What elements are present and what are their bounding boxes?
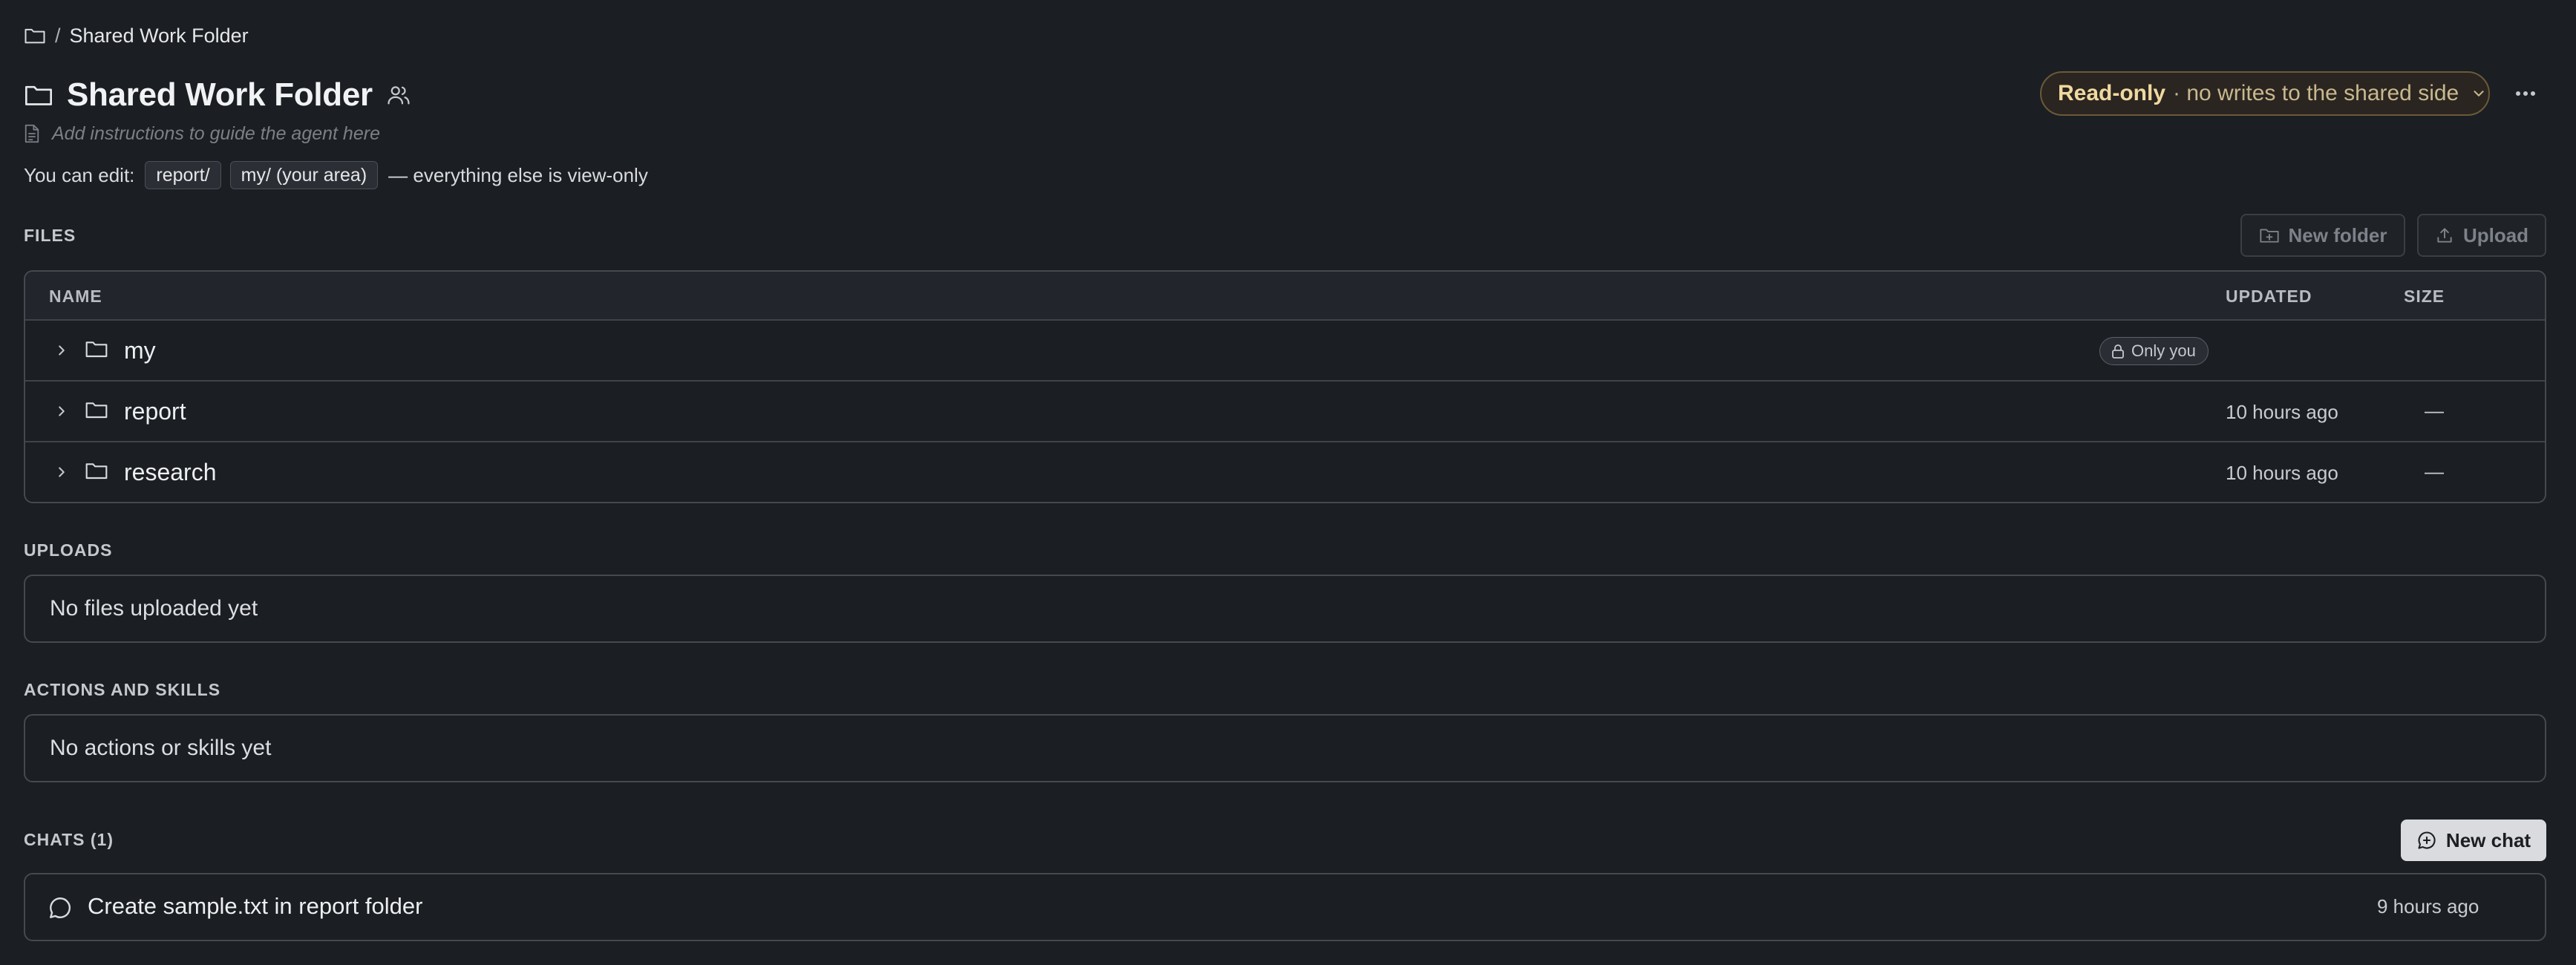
folder-icon [24, 82, 53, 108]
editable-path-chip[interactable]: report/ [145, 161, 221, 189]
table-row[interactable]: report 10 hours ago — [25, 382, 2545, 442]
chat-plus-icon [2416, 830, 2437, 851]
lock-icon [2111, 343, 2125, 359]
new-folder-label: New folder [2288, 223, 2387, 246]
breadcrumb-current: Shared Work Folder [69, 24, 249, 47]
page-title: Shared Work Folder [67, 76, 373, 113]
file-updated: 10 hours ago [2226, 401, 2338, 423]
chevron-down-icon [2471, 85, 2487, 102]
file-name[interactable]: my [124, 337, 156, 364]
document-icon [24, 124, 40, 143]
editable-path-chip[interactable]: my/ (your area) [229, 161, 379, 189]
more-menu-button[interactable] [2508, 79, 2543, 108]
permissions-suffix: — everything else is view-only [388, 163, 648, 186]
folder-icon [85, 399, 108, 421]
table-row[interactable]: research 10 hours ago — [25, 442, 2545, 502]
files-table: NAME UPDATED SIZE my Only you report 10 … [24, 270, 2546, 503]
users-icon[interactable] [386, 82, 411, 108]
file-size: — [2425, 460, 2444, 482]
chat-bubble-icon [48, 895, 73, 920]
only-you-badge: Only you [2099, 337, 2209, 365]
actions-section-label: ACTIONS AND SKILLS [24, 680, 221, 699]
actions-empty-text: No actions or skills yet [50, 736, 272, 760]
folder-plus-icon [2259, 226, 2280, 244]
uploads-empty-state: No files uploaded yet [24, 575, 2546, 643]
breadcrumb: / Shared Work Folder [24, 22, 249, 49]
more-horizontal-icon [2514, 90, 2537, 97]
upload-icon [2435, 226, 2454, 245]
folder-page: / Shared Work Folder Shared Work Folder … [0, 0, 2576, 965]
folder-icon[interactable] [24, 26, 46, 45]
uploads-empty-text: No files uploaded yet [50, 596, 258, 621]
new-folder-button[interactable]: New folder [2240, 214, 2405, 257]
permissions-prefix: You can edit: [24, 163, 135, 186]
chat-list-item[interactable]: Create sample.txt in report folder 9 hou… [24, 873, 2546, 941]
uploads-section-label: UPLOADS [24, 540, 113, 560]
title-row: Shared Work Folder [24, 71, 411, 119]
chats-section-label: CHATS (1) [24, 830, 114, 849]
breadcrumb-separator: / [55, 24, 61, 47]
column-header-updated[interactable]: UPDATED [2226, 287, 2312, 307]
column-header-name[interactable]: NAME [49, 287, 102, 307]
file-name[interactable]: research [124, 459, 217, 486]
chevron-right-icon[interactable] [53, 341, 70, 360]
file-name[interactable]: report [124, 398, 186, 425]
chevron-right-icon[interactable] [53, 402, 70, 421]
table-row[interactable]: my Only you [25, 321, 2545, 382]
badge-label: Only you [2131, 341, 2196, 360]
actions-empty-state: No actions or skills yet [24, 714, 2546, 782]
column-header-size[interactable]: SIZE [2404, 287, 2445, 307]
files-section-label: FILES [24, 226, 76, 245]
access-mode-description: · no writes to the shared side [2173, 81, 2459, 105]
chat-title: Create sample.txt in report folder [88, 893, 423, 919]
table-header: NAME UPDATED SIZE [25, 272, 2545, 321]
folder-icon [85, 459, 108, 482]
new-chat-label: New chat [2445, 828, 2531, 851]
access-mode-label: Read-only [2058, 81, 2166, 105]
folder-icon [85, 338, 108, 360]
instructions-field[interactable]: Add instructions to guide the agent here [24, 120, 380, 147]
edit-permissions: You can edit: report/ my/ (your area) — … [24, 159, 648, 192]
access-mode-select[interactable]: Read-only · no writes to the shared side [2040, 71, 2490, 116]
file-updated: 10 hours ago [2226, 462, 2338, 484]
upload-label: Upload [2462, 223, 2529, 246]
chat-time: 9 hours ago [2377, 895, 2479, 917]
upload-button[interactable]: Upload [2417, 214, 2546, 257]
new-chat-button[interactable]: New chat [2401, 820, 2546, 861]
instructions-placeholder: Add instructions to guide the agent here [52, 122, 380, 144]
chevron-right-icon[interactable] [53, 462, 70, 482]
file-size: — [2425, 399, 2444, 422]
